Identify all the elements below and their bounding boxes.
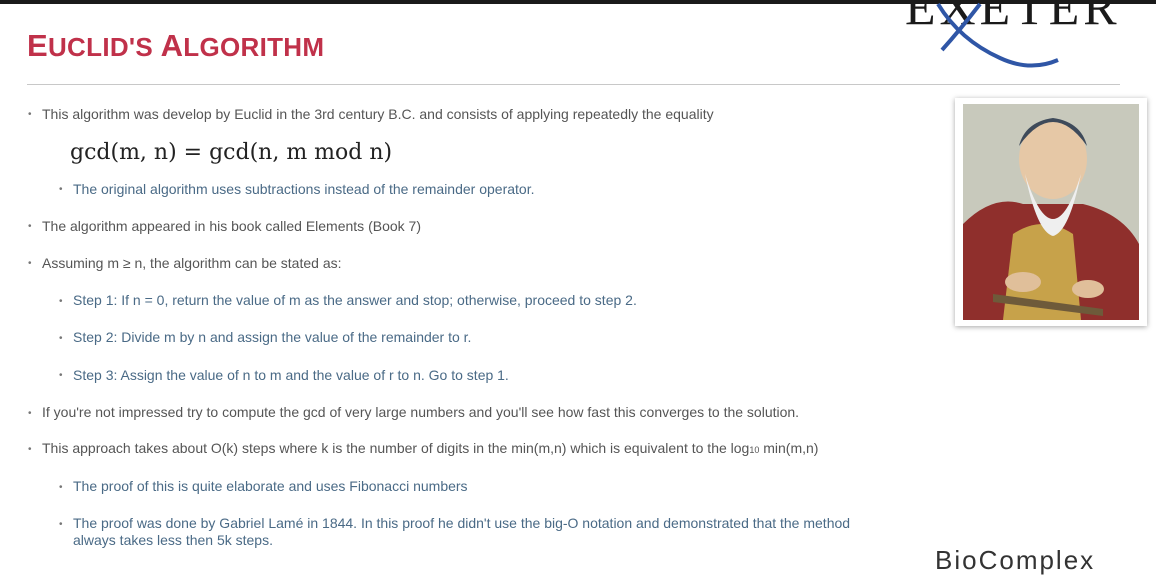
subbullet-step-2: Step 2: Divide m by n and assign the val…: [73, 329, 472, 345]
exeter-logo-icon: [936, 2, 1059, 68]
subbullet-step-3: Step 3: Assign the value of n to m and t…: [73, 367, 509, 383]
bullet-dot: •: [59, 519, 63, 530]
subbullet-subtraction: The original algorithm uses subtractions…: [73, 181, 535, 197]
gcd-formula: gcd(m, n) = gcd(n, m mod n): [70, 140, 393, 165]
bullet-not-impressed: If you're not impressed try to compute t…: [42, 404, 800, 420]
bullet-dot: •: [59, 184, 63, 195]
bullet-dot: •: [59, 333, 63, 344]
bullet-dot: •: [59, 296, 63, 307]
bullet-dot: •: [28, 444, 32, 455]
bullet-complexity: This approach takes about O(k) steps whe…: [42, 440, 819, 456]
bullet-dot: •: [28, 221, 32, 232]
subbullet-lame-proof: The proof was done by Gabriel Lamé in 18…: [73, 515, 851, 548]
slide-title: EUCLID'S ALGORITHM: [27, 28, 325, 63]
subbullet-fibonacci: The proof of this is quite elaborate and…: [73, 478, 468, 494]
bullet-dot: •: [59, 370, 63, 381]
bullet-intro: This algorithm was develop by Euclid in …: [42, 106, 714, 122]
biocomplex-logo-text: BioComplex: [935, 545, 1096, 575]
euclid-portrait: [955, 98, 1147, 326]
euclid-portrait-image: [963, 104, 1139, 320]
bullet-assuming: Assuming m ≥ n, the algorithm can be sta…: [42, 255, 342, 271]
bullet-dot: •: [28, 258, 32, 269]
subbullet-step-1: Step 1: If n = 0, return the value of m …: [73, 292, 637, 308]
bullet-dot: •: [28, 408, 32, 419]
bullet-elements-book: The algorithm appeared in his book calle…: [42, 218, 421, 234]
bullet-dot: •: [28, 109, 32, 120]
bullet-dot: •: [59, 482, 63, 493]
title-divider: [27, 84, 1120, 85]
